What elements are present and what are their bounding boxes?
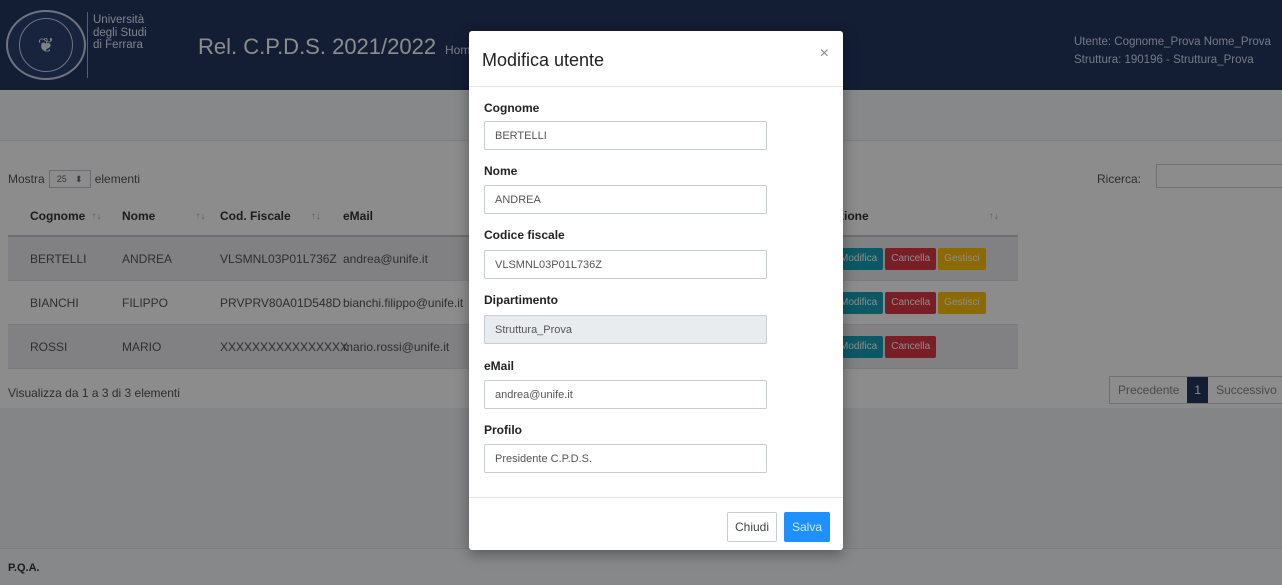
cognome-label: Cognome (484, 101, 540, 115)
salva-button[interactable]: Salva (784, 512, 830, 542)
email-label: eMail (484, 359, 515, 373)
email-field[interactable] (484, 380, 767, 409)
codice-fiscale-field[interactable] (484, 250, 767, 279)
close-icon[interactable]: × (820, 45, 829, 63)
profilo-field[interactable] (484, 444, 767, 473)
nome-field[interactable] (484, 185, 767, 214)
modal-header: Modifica utente × (469, 31, 843, 87)
edit-user-modal: Modifica utente × Cognome Nome Codice fi… (469, 31, 843, 550)
profilo-label: Profilo (484, 423, 522, 437)
cognome-field[interactable] (484, 121, 767, 150)
chiudi-button[interactable]: Chiudi (727, 512, 777, 542)
dipartimento-field (484, 315, 767, 344)
nome-label: Nome (484, 164, 518, 178)
codice-fiscale-label: Codice fiscale (484, 228, 565, 242)
dipartimento-label: Dipartimento (484, 293, 559, 307)
modal-title: Modifica utente (482, 50, 605, 70)
modal-footer: Chiudi Salva (469, 497, 843, 550)
